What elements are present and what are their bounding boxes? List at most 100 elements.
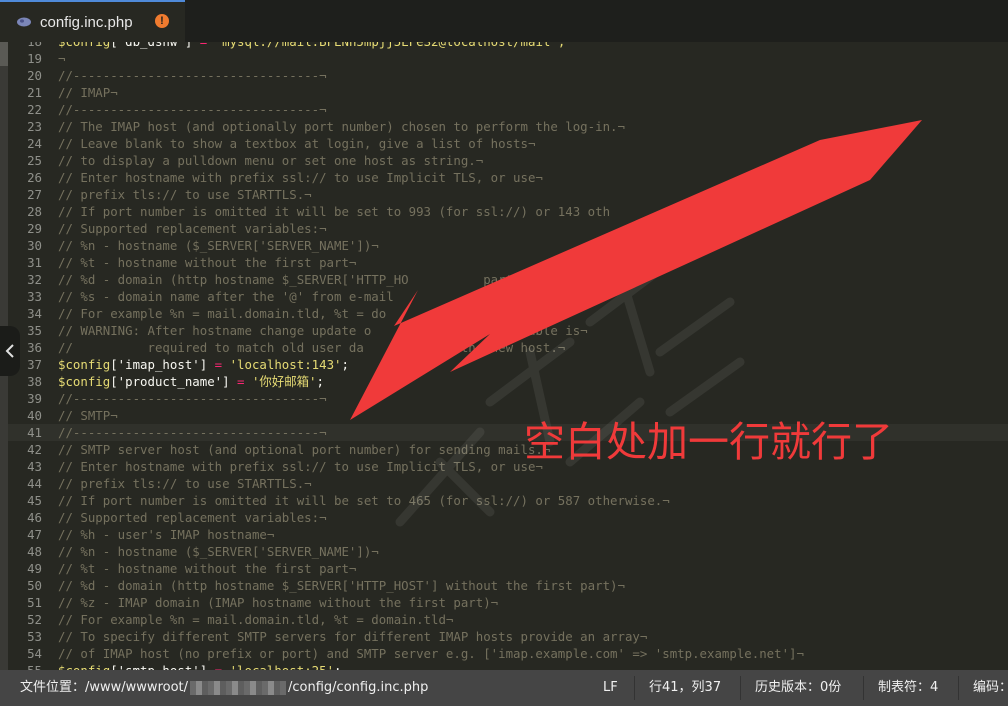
code-token: // SMTP server host (and optional port n… (58, 442, 551, 457)
code-line[interactable]: 54// of IMAP host (no prefix or port) an… (0, 645, 1008, 662)
code-line[interactable]: 50// %d - domain (http hostname $_SERVER… (0, 577, 1008, 594)
code-token: //---------------------------------¬ (58, 391, 327, 406)
line-code: // IMAP¬ (58, 84, 118, 101)
code-token: ¬ (58, 51, 66, 66)
tab-title: config.inc.php (40, 13, 133, 31)
line-code: // The IMAP host (and optionally port nu… (58, 118, 625, 135)
code-line[interactable]: 27// prefix tls:// to use STARTTLS.¬ (0, 186, 1008, 203)
php-file-icon (17, 17, 31, 27)
status-divider (863, 676, 864, 700)
cursor-position[interactable]: 行41，列37 (649, 670, 721, 706)
code-token: // %n - hostname ($_SERVER['SERVER_NAME'… (58, 238, 379, 253)
line-code: // to display a pulldown menu or set one… (58, 152, 483, 169)
code-token: // Enter hostname with prefix ssl:// to … (58, 459, 543, 474)
code-token: // IMAP¬ (58, 85, 118, 100)
code-line[interactable]: 36// required to match old user da the n… (0, 339, 1008, 356)
code-token: = (192, 42, 214, 49)
code-line[interactable]: 28// If port number is omitted it will b… (0, 203, 1008, 220)
code-line[interactable]: 49// %t - hostname without the first par… (0, 560, 1008, 577)
code-line[interactable]: 25// to display a pulldown menu or set o… (0, 152, 1008, 169)
line-code: $config['imap_host'] = 'localhost:143'; (58, 356, 349, 373)
code-token: // To specify different SMTP servers for… (58, 629, 648, 644)
code-token: ['smtp_host'] (110, 663, 207, 670)
code-token: // The IMAP host (and optionally port nu… (58, 119, 625, 134)
line-code: //---------------------------------¬ (58, 101, 327, 118)
history-versions[interactable]: 历史版本：0份 (755, 670, 841, 706)
code-line[interactable]: 29// Supported replacement variables:¬ (0, 220, 1008, 237)
code-token: // Enter hostname with prefix ssl:// to … (58, 170, 543, 185)
code-line[interactable]: 48// %n - hostname ($_SERVER['SERVER_NAM… (0, 543, 1008, 560)
code-line[interactable]: 44// prefix tls:// to use STARTTLS.¬ (0, 475, 1008, 492)
code-line[interactable]: 31// %t - hostname without the first par… (0, 254, 1008, 271)
code-token: //---------------------------------¬ (58, 102, 327, 117)
code-line[interactable]: 39//---------------------------------¬ (0, 390, 1008, 407)
code-line[interactable]: 23// The IMAP host (and optionally port … (0, 118, 1008, 135)
code-line[interactable]: 45// If port number is omitted it will b… (0, 492, 1008, 509)
line-code: ¬ (58, 50, 65, 67)
code-token: ; (341, 357, 349, 372)
code-line[interactable]: 22//---------------------------------¬ (0, 101, 1008, 118)
code-line[interactable]: 18$config['db_dsnw'] = 'mysql://mail:BFL… (0, 42, 1008, 50)
line-code: // %z - IMAP domain (IMAP hostname witho… (58, 594, 498, 611)
code-line[interactable]: 19 ¬ (0, 50, 1008, 67)
redacted-path-segment (190, 680, 287, 695)
code-line[interactable]: 24// Leave blank to show a textbox at lo… (0, 135, 1008, 152)
line-code: // %d - domain (http hostname $_SERVER['… (58, 271, 528, 288)
line-code: // required to match old user da the new… (58, 339, 565, 356)
line-code: // Supported replacement variables:¬ (58, 220, 327, 237)
code-token: // %t - hostname without the first part¬ (58, 561, 357, 576)
line-code: // SMTP¬ (58, 407, 118, 424)
code-line[interactable]: 46// Supported replacement variables:¬ (0, 509, 1008, 526)
code-line[interactable]: 37 $config['imap_host'] = 'localhost:143'… (0, 356, 1008, 373)
code-line[interactable]: 21// IMAP¬ (0, 84, 1008, 101)
line-code: // %t - hostname without the first part¬ (58, 560, 356, 577)
line-code: // %d - domain (http hostname $_SERVER['… (58, 577, 625, 594)
tab-size[interactable]: 制表符：4 (878, 670, 938, 706)
collapse-panel-button[interactable] (0, 326, 20, 376)
code-token: ['db_dsnw'] (110, 42, 192, 49)
code-token: ['product_name'] (110, 374, 230, 389)
code-token: ['imap_host'] (110, 357, 208, 372)
code-line[interactable]: 38 $config['product_name'] = '你好邮箱'; (0, 373, 1008, 390)
code-line[interactable]: 32// %d - domain (http hostname $_SERVER… (0, 271, 1008, 288)
encoding[interactable]: 编码： (973, 670, 1008, 706)
code-line[interactable]: 30// %n - hostname ($_SERVER['SERVER_NAM… (0, 237, 1008, 254)
code-line[interactable]: 26// Enter hostname with prefix ssl:// t… (0, 169, 1008, 186)
code-line[interactable]: 51// %z - IMAP domain (IMAP hostname wit… (0, 594, 1008, 611)
line-code: // of IMAP host (no prefix or port) and … (58, 645, 804, 662)
line-code: // %h - user's IMAP hostname¬ (58, 526, 274, 543)
line-code: // %t - hostname without the first part¬ (58, 254, 356, 271)
code-token: = (207, 663, 229, 670)
code-line[interactable]: 35// WARNING: After hostname change upda… (0, 322, 1008, 339)
file-path-suffix: /config/config.inc.php (288, 680, 429, 695)
line-code: $config['product_name'] = '你好邮箱'; (58, 373, 324, 390)
code-token: // SMTP¬ (58, 408, 118, 423)
line-code: // Enter hostname with prefix ssl:// to … (58, 458, 543, 475)
code-line[interactable]: 52// For example %n = mail.domain.tld, %… (0, 611, 1008, 628)
line-code: // %n - hostname ($_SERVER['SERVER_NAME'… (58, 237, 379, 254)
line-ending[interactable]: LF (603, 670, 618, 706)
unsaved-warning-icon[interactable]: ! (155, 14, 169, 28)
code-line[interactable]: 53// To specify different SMTP servers f… (0, 628, 1008, 645)
status-bar: 文件位置：/www/wwwroot/ /config/config.inc.php… (0, 670, 1008, 706)
file-path-label: 文件位置： (20, 680, 86, 695)
status-divider (740, 676, 741, 700)
code-token: // Leave blank to show a textbox at logi… (58, 136, 536, 151)
code-line[interactable]: 55$config['smtp_host'] = 'localhost:25'; (0, 662, 1008, 670)
tab-config-inc-php[interactable]: config.inc.php ! (0, 0, 185, 42)
code-token: // For example %n = mail.domain.tld, %t … (58, 306, 387, 321)
annotation-callout-text: 空白处加一行就行了 (524, 418, 893, 466)
code-token: // Supported replacement variables:¬ (58, 510, 327, 525)
code-line[interactable]: 20//---------------------------------¬ (0, 67, 1008, 84)
line-code: $config['db_dsnw'] = 'mysql://mail:BFLNh… (58, 42, 565, 50)
code-token: //---------------------------------¬ (58, 68, 327, 83)
code-line[interactable]: 47// %h - user's IMAP hostname¬ (0, 526, 1008, 543)
code-line[interactable]: 33// %s - domain name after the '@' from… (0, 288, 1008, 305)
code-token: // Supported replacement variables:¬ (58, 221, 327, 236)
line-code: // If port number is omitted it will be … (58, 203, 610, 220)
code-editor[interactable]: 18$config['db_dsnw'] = 'mysql://mail:BFL… (0, 42, 1008, 670)
scrollbar-thumb[interactable] (0, 42, 8, 66)
code-token: // %n - hostname ($_SERVER['SERVER_NAME'… (58, 544, 379, 559)
line-code: // %n - hostname ($_SERVER['SERVER_NAME'… (58, 543, 379, 560)
code-line[interactable]: 34// For example %n = mail.domain.tld, %… (0, 305, 1008, 322)
